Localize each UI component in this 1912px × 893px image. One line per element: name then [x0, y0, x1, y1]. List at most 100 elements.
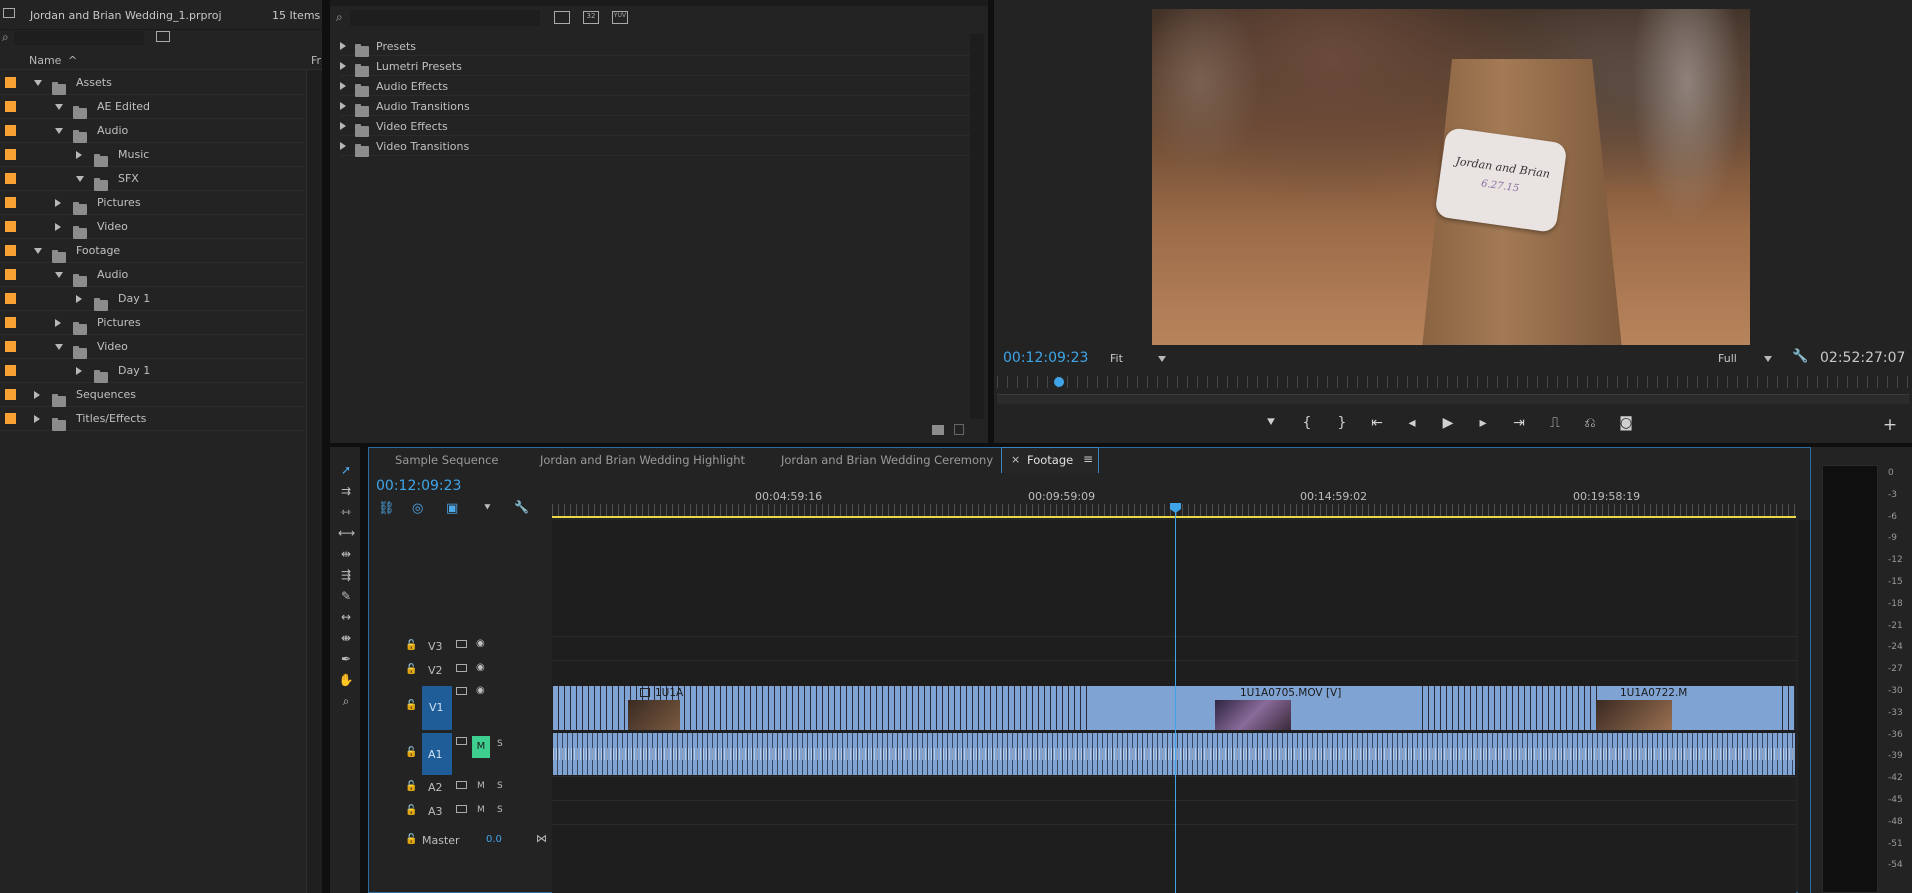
effects-search-input[interactable]: [350, 10, 540, 26]
timeline-playhead-line[interactable]: [1175, 504, 1176, 893]
track-lock-icon[interactable]: 🔓: [405, 700, 417, 711]
project-tree-item[interactable]: SFX: [0, 167, 305, 191]
master-volume-value[interactable]: 0.0: [486, 834, 502, 845]
sync-lock-icon[interactable]: [456, 737, 467, 745]
solo-track-button[interactable]: S: [497, 739, 503, 749]
expand-triangle-icon[interactable]: [34, 391, 40, 399]
ripple-edit-tool-icon[interactable]: ⇿: [338, 504, 354, 520]
new-custom-bin-icon[interactable]: [932, 425, 944, 435]
work-area-bar[interactable]: [552, 516, 1796, 518]
close-tab-icon[interactable]: ×: [1011, 453, 1020, 466]
project-tree-item[interactable]: Audio: [0, 119, 305, 143]
v2-lane[interactable]: [552, 660, 1796, 684]
new-search-bin-icon[interactable]: [156, 31, 170, 42]
mark-in-icon[interactable]: {: [1298, 415, 1316, 431]
label-color-swatch[interactable]: [5, 365, 16, 376]
collapse-triangle-icon[interactable]: [34, 80, 42, 86]
track-lock-icon[interactable]: 🔓: [405, 747, 417, 758]
solo-track-button[interactable]: S: [497, 781, 503, 791]
extract-icon[interactable]: ⎌: [1581, 415, 1599, 431]
sync-lock-icon[interactable]: [456, 687, 467, 695]
rate-stretch-tool-icon[interactable]: ⇹: [338, 546, 354, 562]
delete-icon[interactable]: [954, 424, 964, 435]
add-marker-icon[interactable]: ⯆: [1262, 415, 1280, 431]
mute-track-button[interactable]: M: [477, 781, 485, 791]
project-tree-item[interactable]: Video: [0, 335, 305, 359]
nest-icon[interactable]: ▣: [446, 501, 458, 516]
track-lock-icon[interactable]: 🔓: [405, 664, 417, 675]
go-to-out-icon[interactable]: ⇥: [1510, 415, 1528, 431]
a2-lane[interactable]: [552, 776, 1796, 800]
slip-tool-icon[interactable]: ✎: [338, 588, 354, 604]
step-forward-icon[interactable]: ▸: [1474, 415, 1492, 431]
project-tree-item[interactable]: Audio: [0, 263, 305, 287]
mute-track-button[interactable]: M: [477, 805, 485, 815]
expand-triangle-icon[interactable]: [55, 319, 61, 327]
sequence-tab[interactable]: Jordan and Brian Wedding Highlight: [540, 447, 745, 473]
toggle-output-eye-icon[interactable]: ◉: [476, 638, 485, 649]
export-frame-icon[interactable]: ◙: [1617, 415, 1635, 431]
label-color-swatch[interactable]: [5, 197, 16, 208]
expand-triangle-icon[interactable]: [340, 62, 346, 70]
monitor-playhead[interactable]: [1054, 377, 1064, 387]
label-color-swatch[interactable]: [5, 317, 16, 328]
project-tree-item[interactable]: Pictures: [0, 191, 305, 215]
column-name[interactable]: Name: [29, 54, 61, 67]
expand-triangle-icon[interactable]: [340, 102, 346, 110]
solo-track-button[interactable]: S: [497, 805, 503, 815]
label-color-swatch[interactable]: [5, 221, 16, 232]
go-to-in-icon[interactable]: ⇤: [1368, 415, 1386, 431]
sequence-tab[interactable]: Sample Sequence: [395, 447, 499, 473]
project-tree-item[interactable]: Titles/Effects: [0, 407, 305, 431]
project-tree-item[interactable]: Video: [0, 215, 305, 239]
label-color-swatch[interactable]: [5, 149, 16, 160]
snap-icon[interactable]: ⛓: [378, 501, 395, 516]
expand-triangle-icon[interactable]: [76, 295, 82, 303]
collapse-triangle-icon[interactable]: [55, 104, 63, 110]
32bit-effects-icon[interactable]: 32: [583, 11, 599, 24]
label-color-swatch[interactable]: [5, 413, 16, 424]
timeline-vertical-scroll[interactable]: [1798, 520, 1810, 893]
column-frame-rate[interactable]: Fr: [311, 54, 321, 67]
mark-out-icon[interactable]: }: [1333, 415, 1351, 431]
add-marker-timeline-icon[interactable]: ⯆: [483, 501, 492, 515]
expand-triangle-icon[interactable]: [76, 367, 82, 375]
effects-folder-item[interactable]: Presets: [340, 36, 970, 57]
search-input[interactable]: [14, 31, 144, 45]
expand-triangle-icon[interactable]: [55, 199, 61, 207]
hand-tool-icon[interactable]: ✒: [338, 651, 354, 667]
project-tree-item[interactable]: Assets: [0, 71, 305, 95]
sort-ascending-icon[interactable]: ^: [68, 54, 77, 67]
toggle-output-eye-icon[interactable]: ◉: [476, 685, 485, 696]
label-color-swatch[interactable]: [5, 293, 16, 304]
tab-menu-icon[interactable]: ≡: [1083, 452, 1093, 466]
selection-tool-icon[interactable]: ➚: [338, 462, 354, 478]
expand-triangle-icon[interactable]: [76, 151, 82, 159]
effects-folder-item[interactable]: Audio Transitions: [340, 96, 970, 117]
label-color-swatch[interactable]: [5, 389, 16, 400]
a3-lane[interactable]: [552, 800, 1796, 824]
effects-folder-item[interactable]: Audio Effects: [340, 76, 970, 97]
sync-lock-icon[interactable]: [456, 640, 467, 648]
track-lock-icon[interactable]: 🔓: [405, 781, 417, 792]
label-color-swatch[interactable]: [5, 101, 16, 112]
v3-lane[interactable]: [552, 636, 1796, 660]
collapse-triangle-icon[interactable]: [76, 176, 84, 182]
linked-selection-icon[interactable]: ◎: [412, 501, 423, 516]
effects-scrollbar[interactable]: [970, 34, 984, 419]
rolling-edit-tool-icon[interactable]: ⟷: [338, 525, 355, 541]
zoom-dropdown-icon[interactable]: [1158, 356, 1166, 362]
project-tree-item[interactable]: Footage: [0, 239, 305, 263]
timeline-settings-icon[interactable]: 🔧: [514, 500, 529, 514]
project-tree-item[interactable]: Sequences: [0, 383, 305, 407]
expand-triangle-icon[interactable]: [34, 415, 40, 423]
collapse-triangle-icon[interactable]: [55, 344, 63, 350]
collapse-triangle-icon[interactable]: [55, 128, 63, 134]
expand-triangle-icon[interactable]: [340, 82, 346, 90]
master-lane[interactable]: [552, 824, 1796, 852]
effects-folder-item[interactable]: Video Transitions: [340, 136, 970, 157]
bin-icon[interactable]: [3, 8, 15, 18]
label-color-swatch[interactable]: [5, 173, 16, 184]
master-end-icon[interactable]: ⋈: [536, 832, 547, 845]
step-back-icon[interactable]: ◂: [1403, 415, 1421, 431]
